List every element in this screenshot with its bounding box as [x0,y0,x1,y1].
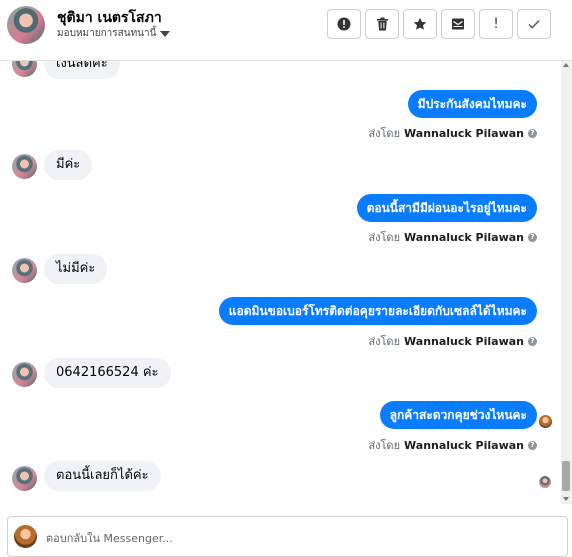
sent-by-label: ส่งโดย [368,231,401,244]
star-icon [413,17,427,30]
sent-by-label: ส่งโดย [368,127,401,140]
contact-message-avatar [12,466,37,491]
incoming-message: ไม่มีค่ะ [44,254,108,284]
incoming-message: มีค่ะ [44,150,93,180]
scrollbar-thumb[interactable] [562,461,570,491]
follow-up-button[interactable]: ! [479,9,513,39]
scroll-down-arrow-icon[interactable] [563,497,569,501]
sent-by-row: ส่งโดย Wannaluck Pilawan ? [368,124,537,142]
incoming-message: เงินสดคะ [44,61,120,79]
contact-avatar[interactable] [7,6,45,44]
outgoing-message: มีประกันสังคมไหมคะ [407,90,537,118]
page-avatar [14,525,37,548]
envelope-icon [452,18,464,30]
contact-message-avatar [12,154,37,179]
outgoing-message: ลูกค้าสะดวกคุยช่วงไหนคะ [379,401,537,429]
sent-by-label: ส่งโดย [368,439,401,452]
seen-by-avatar [539,415,552,428]
outgoing-message: แอดมินขอเบอร์โทรติดต่อคุยรายละเอียดกับเซ… [218,297,537,325]
help-icon[interactable]: ? [528,440,537,450]
contact-message-avatar [12,362,37,387]
sender-name[interactable]: Wannaluck Pilawan [404,231,524,244]
sender-name[interactable]: Wannaluck Pilawan [404,439,524,452]
sent-by-row: ส่งโดย Wannaluck Pilawan ? [368,228,537,246]
alert-circle-icon [337,17,351,31]
message-thread: เงินสดคะ มีประกันสังคมไหมคะ ส่งโดย Wanna… [0,61,560,504]
assign-conversation-dropdown[interactable]: มอบหมายการสนทนานี้ [57,26,171,41]
seen-by-avatar [539,476,551,488]
assign-conversation-label: มอบหมายการสนทนานี้ [57,28,157,39]
scroll-up-arrow-icon[interactable] [563,63,569,67]
sender-name[interactable]: Wannaluck Pilawan [404,127,524,140]
star-button[interactable] [403,9,437,39]
help-icon[interactable]: ? [528,336,537,346]
caret-down-icon [160,30,171,37]
thread-scrollbar[interactable] [561,61,572,504]
reply-composer [7,516,568,557]
incoming-message: 0642166524 ค่ะ [44,358,171,388]
delete-button[interactable] [365,9,399,39]
outgoing-message: ตอนนี้สามีมีผ่อนอะไรอยู่ไหมคะ [356,194,537,222]
contact-message-avatar [12,61,37,77]
help-icon[interactable]: ? [528,128,537,138]
reply-input[interactable] [46,529,526,547]
help-icon[interactable]: ? [528,232,537,242]
check-icon [528,20,540,29]
sent-by-row: ส่งโดย Wannaluck Pilawan ? [368,332,537,350]
contact-message-avatar [12,258,37,283]
spam-button[interactable] [327,9,361,39]
done-button[interactable] [517,9,551,39]
sent-by-row: ส่งโดย Wannaluck Pilawan ? [368,436,537,454]
mark-unread-button[interactable] [441,9,475,39]
sent-by-label: ส่งโดย [368,335,401,348]
trash-icon [376,17,388,31]
exclamation-icon: ! [493,16,499,32]
sender-name[interactable]: Wannaluck Pilawan [404,335,524,348]
conversation-header: ชุติมา เนตรโสภา มอบหมายการสนทนานี้ ! [0,0,572,61]
incoming-message: ตอนนี้เลยก็ได้ค่ะ [44,461,161,491]
